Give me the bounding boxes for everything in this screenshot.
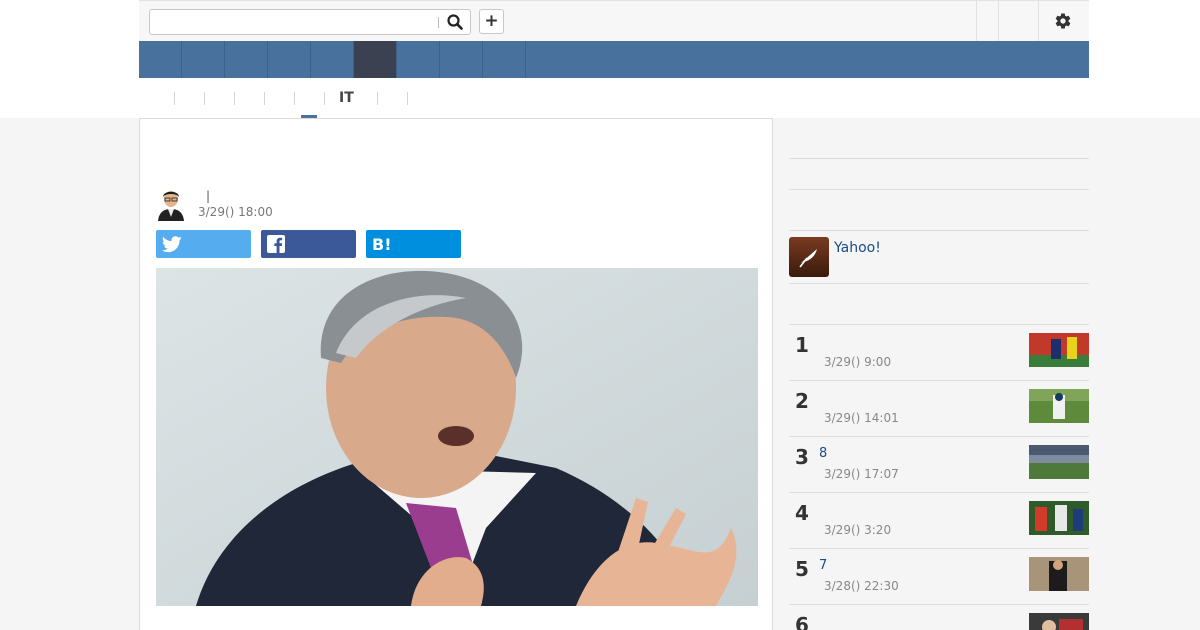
search-icon [447, 14, 463, 30]
subnav-divider [234, 92, 235, 105]
rank-time: 3/29() 17:07 [824, 467, 899, 481]
search-box[interactable] [149, 9, 471, 35]
sidebar-divider [789, 283, 1089, 284]
nav-tab-active[interactable] [354, 41, 397, 78]
nav-tab[interactable] [268, 41, 311, 78]
rank-title[interactable]: 7 [819, 558, 827, 573]
search-input[interactable] [156, 13, 426, 31]
sidebar-divider [789, 230, 1089, 231]
rank-thumbnail[interactable] [1029, 613, 1089, 630]
twitter-share-button[interactable] [156, 230, 251, 258]
rank-number: 1 [795, 333, 809, 357]
settings-button[interactable] [1050, 10, 1076, 32]
sidebar: Yahoo! 1 3/29() 9:00 2 3/29() 14:01 3 8 … [789, 118, 1089, 630]
subnav-item-it[interactable]: IT [339, 90, 354, 106]
ranking-item[interactable]: 6 [789, 604, 1089, 630]
rank-time: 3/29() 14:01 [824, 411, 899, 425]
subnav-divider [324, 92, 325, 105]
sub-navigation: IT [139, 78, 1089, 118]
masthead: + [139, 0, 1089, 41]
nav-tab[interactable] [483, 41, 526, 78]
yahoo-promo-link[interactable]: Yahoo! [834, 240, 881, 256]
ranking-item[interactable]: 1 3/29() 9:00 [789, 324, 1089, 380]
ranking-item[interactable]: 4 3/29() 3:20 [789, 492, 1089, 548]
facebook-icon [267, 235, 285, 253]
publish-date: 3/29() 18:00 [198, 205, 273, 219]
nav-tab[interactable] [225, 41, 268, 78]
subnav-divider [377, 92, 378, 105]
rank-thumbnail[interactable] [1029, 557, 1089, 591]
article-panel: | 3/29() 18:00 B! [139, 118, 773, 630]
facebook-share-button[interactable] [261, 230, 356, 258]
ranking-item[interactable]: 2 3/29() 14:01 [789, 380, 1089, 436]
nav-tab[interactable] [139, 41, 182, 78]
add-button[interactable]: + [479, 9, 504, 34]
masthead-divider [976, 1, 977, 41]
article-hero-image [156, 268, 758, 606]
rank-number: 5 [795, 557, 809, 581]
gear-icon [1055, 13, 1071, 29]
nav-tab[interactable] [182, 41, 225, 78]
rank-number: 4 [795, 501, 809, 525]
subnav-divider [204, 92, 205, 105]
rank-number: 6 [795, 613, 809, 630]
rank-number: 3 [795, 445, 809, 469]
masthead-divider [998, 1, 999, 41]
author-separator: | [206, 189, 211, 203]
hatena-bookmark-icon: B! [372, 234, 392, 254]
masthead-divider [1038, 1, 1039, 41]
nav-tab[interactable] [311, 41, 354, 78]
subnav-divider [294, 92, 295, 105]
ranking-item[interactable]: 3 8 3/29() 17:07 [789, 436, 1089, 492]
rank-time: 3/29() 9:00 [824, 355, 892, 369]
yahoo-feather-icon[interactable] [789, 237, 829, 277]
subnav-divider [407, 92, 408, 105]
rank-thumbnail[interactable] [1029, 445, 1089, 479]
rank-thumbnail[interactable] [1029, 389, 1089, 423]
sidebar-divider [789, 158, 1089, 159]
rank-title[interactable]: 8 [819, 446, 827, 461]
subnav-divider [174, 92, 175, 105]
rank-time: 3/28() 22:30 [824, 579, 899, 593]
plus-icon: + [484, 11, 499, 31]
nav-tab[interactable] [440, 41, 483, 78]
twitter-icon [162, 235, 182, 252]
category-navbar [139, 41, 1089, 78]
ranking-item[interactable]: 5 7 3/28() 22:30 [789, 548, 1089, 604]
subnav-divider [264, 92, 265, 105]
rank-number: 2 [795, 389, 809, 413]
author-avatar[interactable] [156, 187, 186, 221]
rank-time: 3/29() 3:20 [824, 523, 892, 537]
hatena-bookmark-button[interactable]: B! [366, 230, 461, 258]
nav-tab[interactable] [397, 41, 440, 78]
search-divider [438, 17, 439, 28]
feather-icon [799, 249, 817, 268]
rank-thumbnail[interactable] [1029, 501, 1089, 535]
rank-thumbnail[interactable] [1029, 333, 1089, 367]
search-button[interactable] [444, 12, 466, 32]
sidebar-divider [789, 189, 1089, 190]
